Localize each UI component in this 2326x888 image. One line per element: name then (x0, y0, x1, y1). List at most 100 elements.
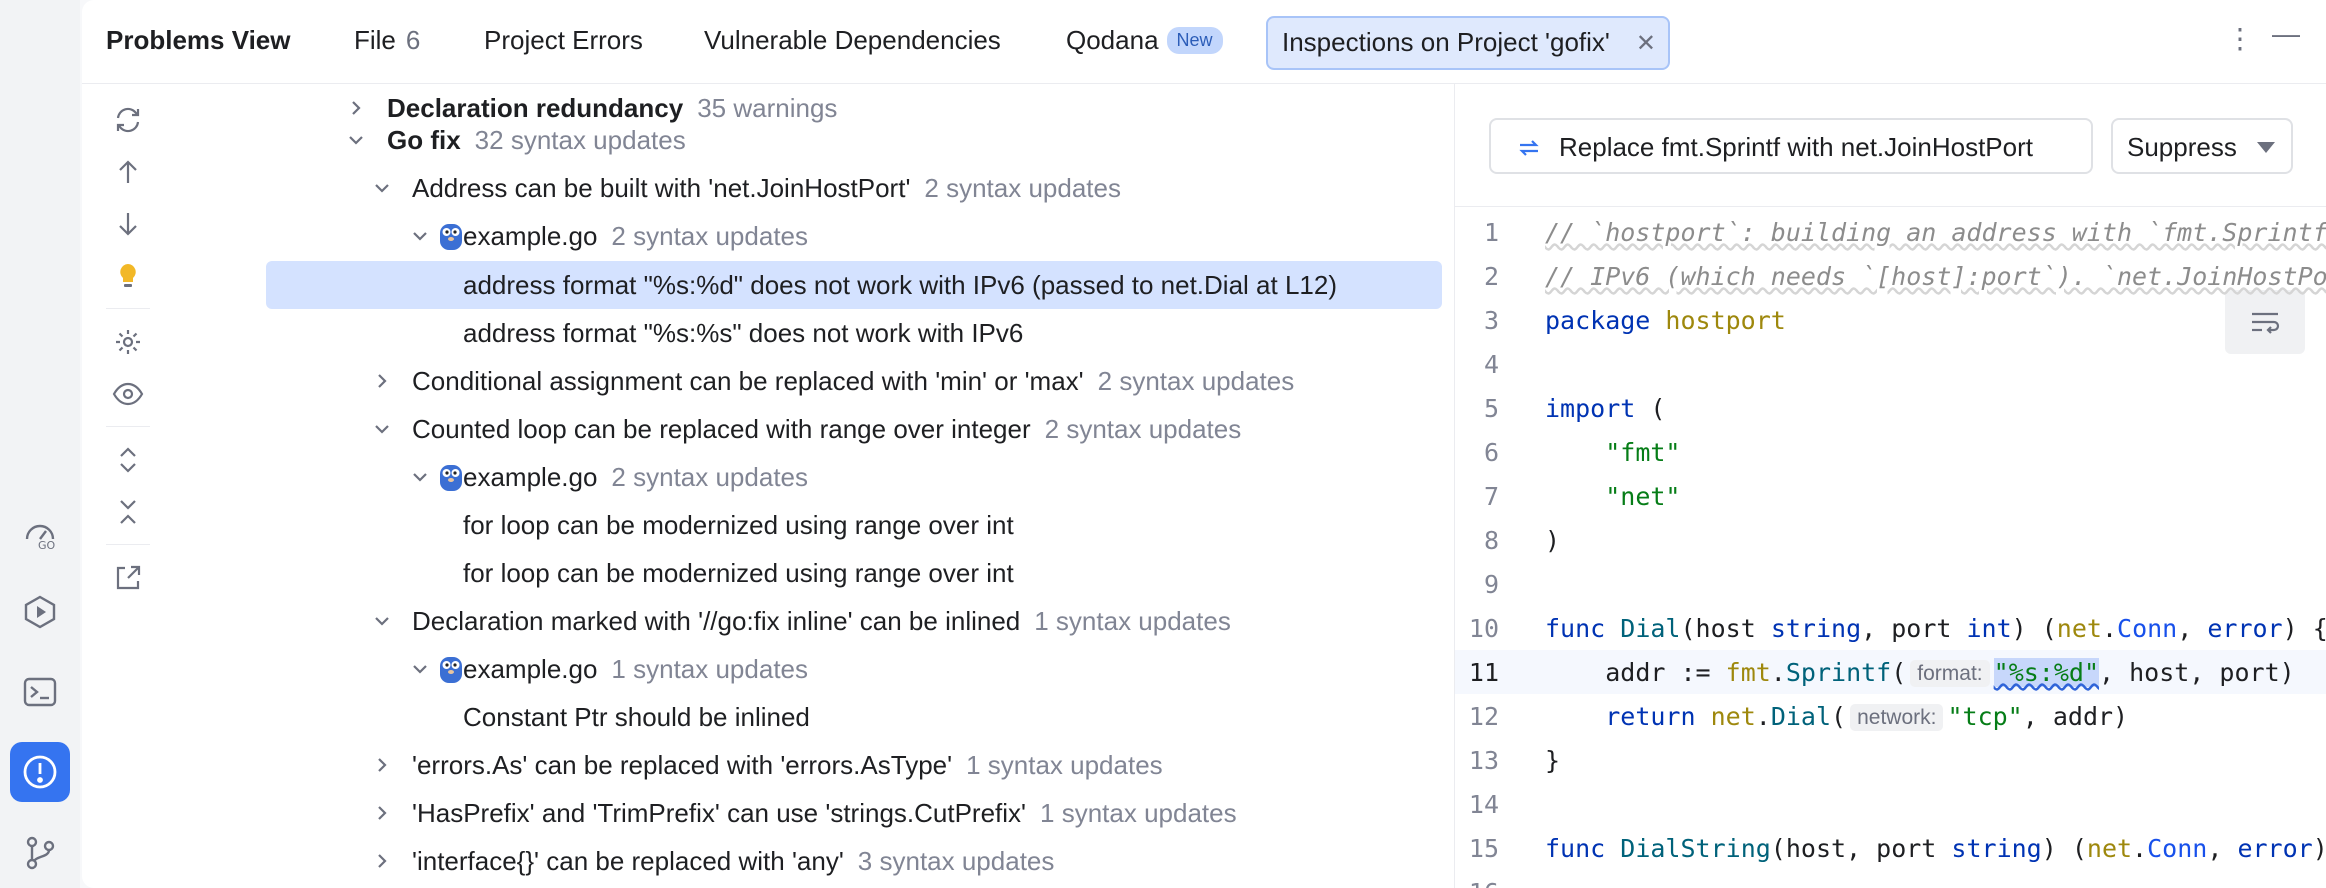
problems-icon[interactable] (10, 742, 70, 802)
caret-down-icon (2257, 142, 2275, 153)
code-line: 2 // IPv6 (which needs `[host]:port`). `n… (1455, 254, 2326, 298)
line-number: 5 (1483, 394, 1499, 423)
line-code: package hostport (1545, 306, 1786, 335)
file-name: example.go (463, 653, 598, 684)
code-text: . (1755, 702, 1771, 731)
tool-separator (106, 426, 150, 427)
row-count: 1 syntax updates (966, 749, 1163, 780)
collapse-all-icon[interactable] (106, 490, 150, 534)
suppress-dropdown[interactable]: Suppress (2111, 118, 2293, 174)
tree-row-problem[interactable]: Constant Ptr should be inlined (182, 693, 1454, 741)
lightbulb-icon[interactable] (106, 254, 150, 298)
export-icon[interactable] (106, 556, 150, 600)
chevron-right-icon[interactable] (370, 753, 394, 777)
tree-row-inspection[interactable]: 'errors.As' can be replaced with 'errors… (182, 741, 1454, 789)
line-number: 6 (1483, 438, 1499, 467)
quick-fix-button[interactable]: Replace fmt.Sprintf with net.JoinHostPor… (1489, 118, 2093, 174)
function-name: DialString (1620, 834, 1771, 863)
code-text: ( (1831, 702, 1847, 731)
tab-vulnerable-dependencies[interactable]: Vulnerable Dependencies (704, 25, 1001, 56)
tree-row-label: Declaration marked with '//go:fix inline… (412, 606, 1231, 637)
keyword: func (1545, 614, 1606, 643)
code-text: , port (1861, 614, 1967, 643)
code-line: 6 "fmt" (1455, 430, 2326, 474)
tree-row-problem[interactable]: address format "%s:%s" does not work wit… (182, 309, 1454, 357)
tree-row-label: example.go 2 syntax updates (463, 221, 808, 252)
close-icon[interactable]: ✕ (1636, 29, 1656, 58)
inspection-name: Counted loop can be replaced with range … (412, 413, 1031, 444)
category-name: Go fix (387, 124, 461, 155)
tab-file[interactable]: File 6 (354, 25, 420, 56)
chevron-down-icon[interactable] (370, 417, 394, 441)
function-name: Dial (1620, 614, 1681, 643)
tree-row-category[interactable]: Go fix 32 syntax updates (182, 116, 1454, 164)
type-name: int (1966, 614, 2012, 643)
chevron-down-icon[interactable] (370, 176, 394, 200)
chevron-down-icon[interactable] (344, 128, 368, 152)
type-name: string (1951, 834, 2042, 863)
file-name: example.go (463, 461, 598, 492)
tool-separator (106, 544, 150, 545)
tree-row-file[interactable]: example.go 1 syntax updates (182, 645, 1454, 693)
row-count: 2 syntax updates (611, 461, 808, 492)
code-text: . (2101, 614, 2118, 643)
eye-icon[interactable] (106, 372, 150, 416)
activity-bar: GO (0, 0, 80, 888)
tab-inspections[interactable]: Inspections on Project 'gofix' ✕ (1266, 16, 1670, 70)
chevron-down-icon[interactable] (408, 465, 432, 489)
editor-separator (1455, 206, 2326, 207)
line-number: 1 (1483, 218, 1499, 247)
tree-row-inspection[interactable]: Conditional assignment can be replaced w… (182, 357, 1454, 405)
problem-text: Constant Ptr should be inlined (463, 701, 810, 732)
tree-row-label: example.go 1 syntax updates (463, 654, 808, 685)
tab-qodana[interactable]: Qodana New (1066, 25, 1223, 56)
refresh-icon[interactable] (106, 98, 150, 142)
code-line: 8) (1455, 518, 2326, 562)
tree-row-inspection[interactable]: 'HasPrefix' and 'TrimPrefix' can use 'st… (182, 789, 1454, 837)
tree-row-inspection[interactable]: Address can be built with 'net.JoinHostP… (182, 164, 1454, 212)
tree-row-inspection[interactable]: 'interface{}' can be replaced with 'any'… (182, 837, 1454, 885)
arrow-down-icon[interactable] (106, 202, 150, 246)
package-ref: net (1710, 702, 1756, 731)
chevron-right-icon[interactable] (370, 369, 394, 393)
line-code: ) (1545, 526, 1561, 555)
chevron-down-icon[interactable] (370, 609, 394, 633)
go-file-icon (438, 462, 464, 492)
expand-all-icon[interactable] (106, 438, 150, 482)
terminal-icon[interactable] (10, 662, 70, 722)
services-icon[interactable] (10, 582, 70, 642)
code-line: 12 return net.Dial(network: "tcp", addr) (1455, 694, 2326, 738)
chevron-right-icon[interactable] (370, 801, 394, 825)
chevron-down-icon[interactable] (408, 657, 432, 681)
type-name: Conn (2147, 834, 2208, 863)
tab-label: Vulnerable Dependencies (704, 25, 1001, 55)
arrow-up-icon[interactable] (106, 150, 150, 194)
tree-row-inspection[interactable]: Declaration marked with '//go:fix inline… (182, 597, 1454, 645)
tree-row-problem[interactable]: for loop can be modernized using range o… (182, 501, 1454, 549)
code-text: , (2177, 614, 2208, 643)
file-name: example.go (463, 220, 598, 251)
code-text: ) { (2282, 614, 2326, 643)
tree-row-problem[interactable]: address format "%s:%d" does not work wit… (266, 261, 1442, 309)
tab-project-errors[interactable]: Project Errors (484, 25, 643, 56)
tree-row-problem[interactable]: for loop can be modernized using range o… (182, 549, 1454, 597)
more-options-icon[interactable]: ⋮ (2226, 22, 2254, 55)
tree-row-label: 'errors.As' can be replaced with 'errors… (412, 750, 1163, 781)
go-profiler-icon[interactable]: GO (10, 502, 70, 562)
tool-column (82, 84, 182, 888)
minimize-icon[interactable]: — (2272, 18, 2300, 50)
tree-row-file[interactable]: example.go 2 syntax updates (182, 212, 1454, 260)
code-line: 13} (1455, 738, 2326, 782)
tab-label: Qodana (1066, 25, 1159, 55)
chevron-down-icon[interactable] (408, 224, 432, 248)
line-code: // IPv6 (which needs `[host]:port`). `ne… (1545, 262, 2326, 291)
chevron-right-icon[interactable] (370, 849, 394, 873)
tree-row-file[interactable]: example.go 2 syntax updates (182, 453, 1454, 501)
package-ref: net (2086, 834, 2133, 863)
git-branch-icon[interactable] (10, 822, 70, 882)
gear-icon[interactable] (106, 320, 150, 364)
line-number: 11 (1468, 658, 1499, 687)
highlighted-string[interactable]: "%s:%d" (1993, 658, 2099, 687)
quick-fix-label: Replace fmt.Sprintf with net.JoinHostPor… (1559, 132, 2033, 162)
tree-row-inspection[interactable]: Counted loop can be replaced with range … (182, 405, 1454, 453)
